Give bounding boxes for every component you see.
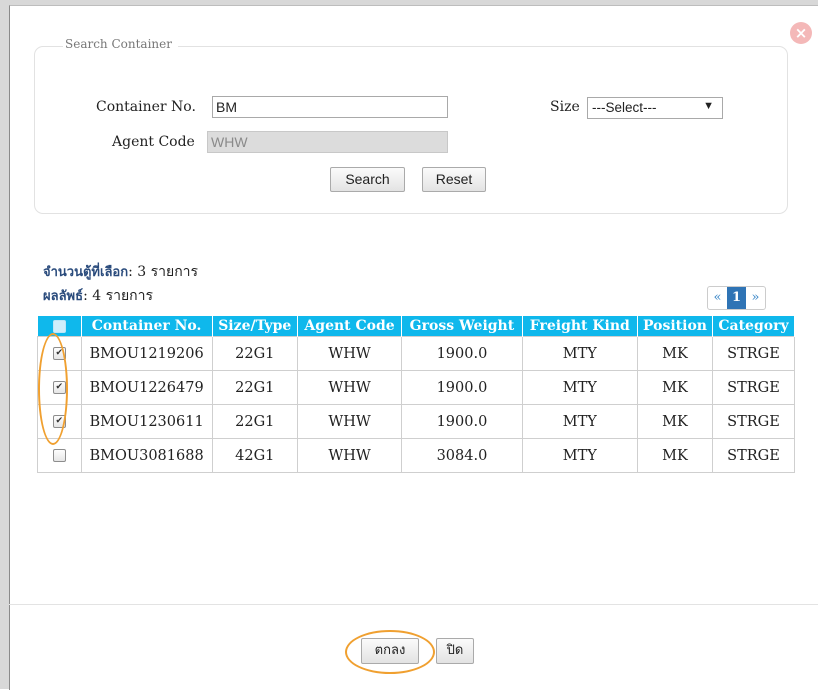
row-checkbox[interactable]: ✔ <box>52 415 66 428</box>
search-legend: Search Container <box>63 37 178 51</box>
table-cell: 3084.0 <box>401 438 523 473</box>
row-select-cell: ✔ <box>37 336 82 371</box>
table-row[interactable]: BMOU3081688 42G1 WHW 3084.0 MTY MK STRGE <box>37 438 796 473</box>
reset-button[interactable]: Reset <box>422 167 486 192</box>
table-cell: 22G1 <box>211 404 298 439</box>
table-cell: 1900.0 <box>401 404 523 439</box>
table-cell: MTY <box>521 438 639 473</box>
search-button[interactable]: Search <box>330 167 405 192</box>
size-label: Size <box>550 99 580 115</box>
row-select-cell <box>37 438 82 473</box>
pagination: « 1 » <box>707 286 766 310</box>
row-checkbox[interactable] <box>52 449 66 462</box>
table-cell: STRGE <box>711 404 796 439</box>
selected-count-label: จำนวนตู้ที่เลือก <box>43 265 129 280</box>
table-cell: WHW <box>296 336 403 371</box>
table-cell: STRGE <box>711 370 796 405</box>
table-cell: BMOU1226479 <box>80 370 213 405</box>
table-cell: BMOU1219206 <box>80 336 213 371</box>
container-no-label: Container No. <box>96 99 196 115</box>
pager-next-icon[interactable]: » <box>746 287 765 309</box>
table-cell: STRGE <box>711 438 796 473</box>
table-cell: 22G1 <box>211 336 298 371</box>
column-header: Container No. <box>81 316 213 337</box>
selected-count: จำนวนตู้ที่เลือก: 3 รายการ <box>43 261 198 283</box>
table-row[interactable]: ✔ BMOU1230611 22G1 WHW 1900.0 MTY MK STRGE <box>37 404 796 439</box>
table-cell: BMOU1230611 <box>80 404 213 439</box>
row-checkbox[interactable]: ✔ <box>52 381 66 394</box>
column-header: Size/Type <box>212 316 298 337</box>
pager-prev-icon[interactable]: « <box>708 287 727 309</box>
result-count: ผลลัพธ์: 4 รายการ <box>43 285 153 307</box>
agent-code-input <box>207 131 448 153</box>
footer-divider <box>9 604 818 605</box>
table-cell: WHW <box>296 370 403 405</box>
table-cell: WHW <box>296 438 403 473</box>
table-cell: MK <box>637 438 713 473</box>
table-header-row: Container No. Size/Type Agent Code Gross… <box>37 316 796 337</box>
results-table: Container No. Size/Type Agent Code Gross… <box>37 316 796 473</box>
table-row[interactable]: ✔ BMOU1219206 22G1 WHW 1900.0 MTY MK STRGE <box>37 336 796 371</box>
row-checkbox[interactable]: ✔ <box>52 347 66 360</box>
close-icon[interactable]: × <box>790 22 812 44</box>
select-all-checkbox[interactable] <box>52 319 66 333</box>
select-all-header <box>37 316 82 337</box>
column-header: Category <box>712 316 796 337</box>
size-selected-value: ---Select--- <box>592 100 657 115</box>
table-cell: 22G1 <box>211 370 298 405</box>
table-cell: 42G1 <box>211 438 298 473</box>
table-cell: 1900.0 <box>401 370 523 405</box>
table-cell: MTY <box>521 336 639 371</box>
agent-code-label: Agent Code <box>112 134 195 150</box>
table-cell: STRGE <box>711 336 796 371</box>
chevron-down-icon: ▼ <box>703 100 714 112</box>
column-header: Gross Weight <box>401 316 523 337</box>
selected-count-value: : 3 รายการ <box>128 264 199 280</box>
table-row[interactable]: ✔ BMOU1226479 22G1 WHW 1900.0 MTY MK STRGE <box>37 370 796 405</box>
backdrop-left <box>0 0 9 689</box>
row-select-cell: ✔ <box>37 404 82 439</box>
column-header: Agent Code <box>297 316 403 337</box>
close-button[interactable]: ปิด <box>436 638 474 664</box>
row-select-cell: ✔ <box>37 370 82 405</box>
table-cell: WHW <box>296 404 403 439</box>
column-header: Position <box>637 316 713 337</box>
size-select[interactable]: ---Select--- ▼ <box>587 97 723 119</box>
result-count-label: ผลลัพธ์ <box>43 289 84 304</box>
table-cell: MK <box>637 336 713 371</box>
table-cell: MK <box>637 404 713 439</box>
result-count-value: : 4 รายการ <box>83 288 154 304</box>
table-cell: BMOU3081688 <box>80 438 213 473</box>
column-header: Freight Kind <box>522 316 639 337</box>
container-no-input[interactable] <box>212 96 448 118</box>
pager-page-1[interactable]: 1 <box>727 287 746 309</box>
search-container-fieldset <box>34 46 788 214</box>
table-cell: MTY <box>521 370 639 405</box>
ok-button[interactable]: ตกลง <box>361 638 419 664</box>
table-cell: MK <box>637 370 713 405</box>
table-cell: 1900.0 <box>401 336 523 371</box>
table-cell: MTY <box>521 404 639 439</box>
